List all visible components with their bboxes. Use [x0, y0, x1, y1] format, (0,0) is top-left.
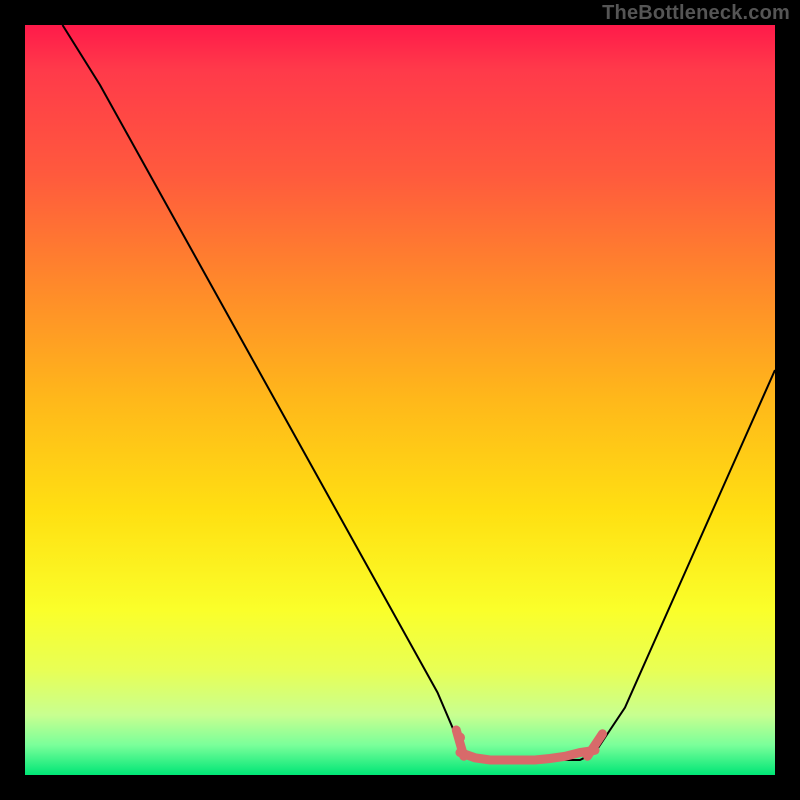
bottleneck-curve: [63, 25, 776, 760]
curve-layer: [25, 25, 775, 775]
watermark-text: TheBottleneck.com: [602, 2, 790, 25]
basin-dot-cluster: [455, 730, 603, 760]
plot-area: [25, 25, 775, 775]
chart-frame: TheBottleneck.com: [0, 0, 800, 800]
curve-path: [63, 25, 776, 760]
basin-highlight-line: [460, 750, 595, 760]
basin-tick-right: [588, 734, 603, 757]
